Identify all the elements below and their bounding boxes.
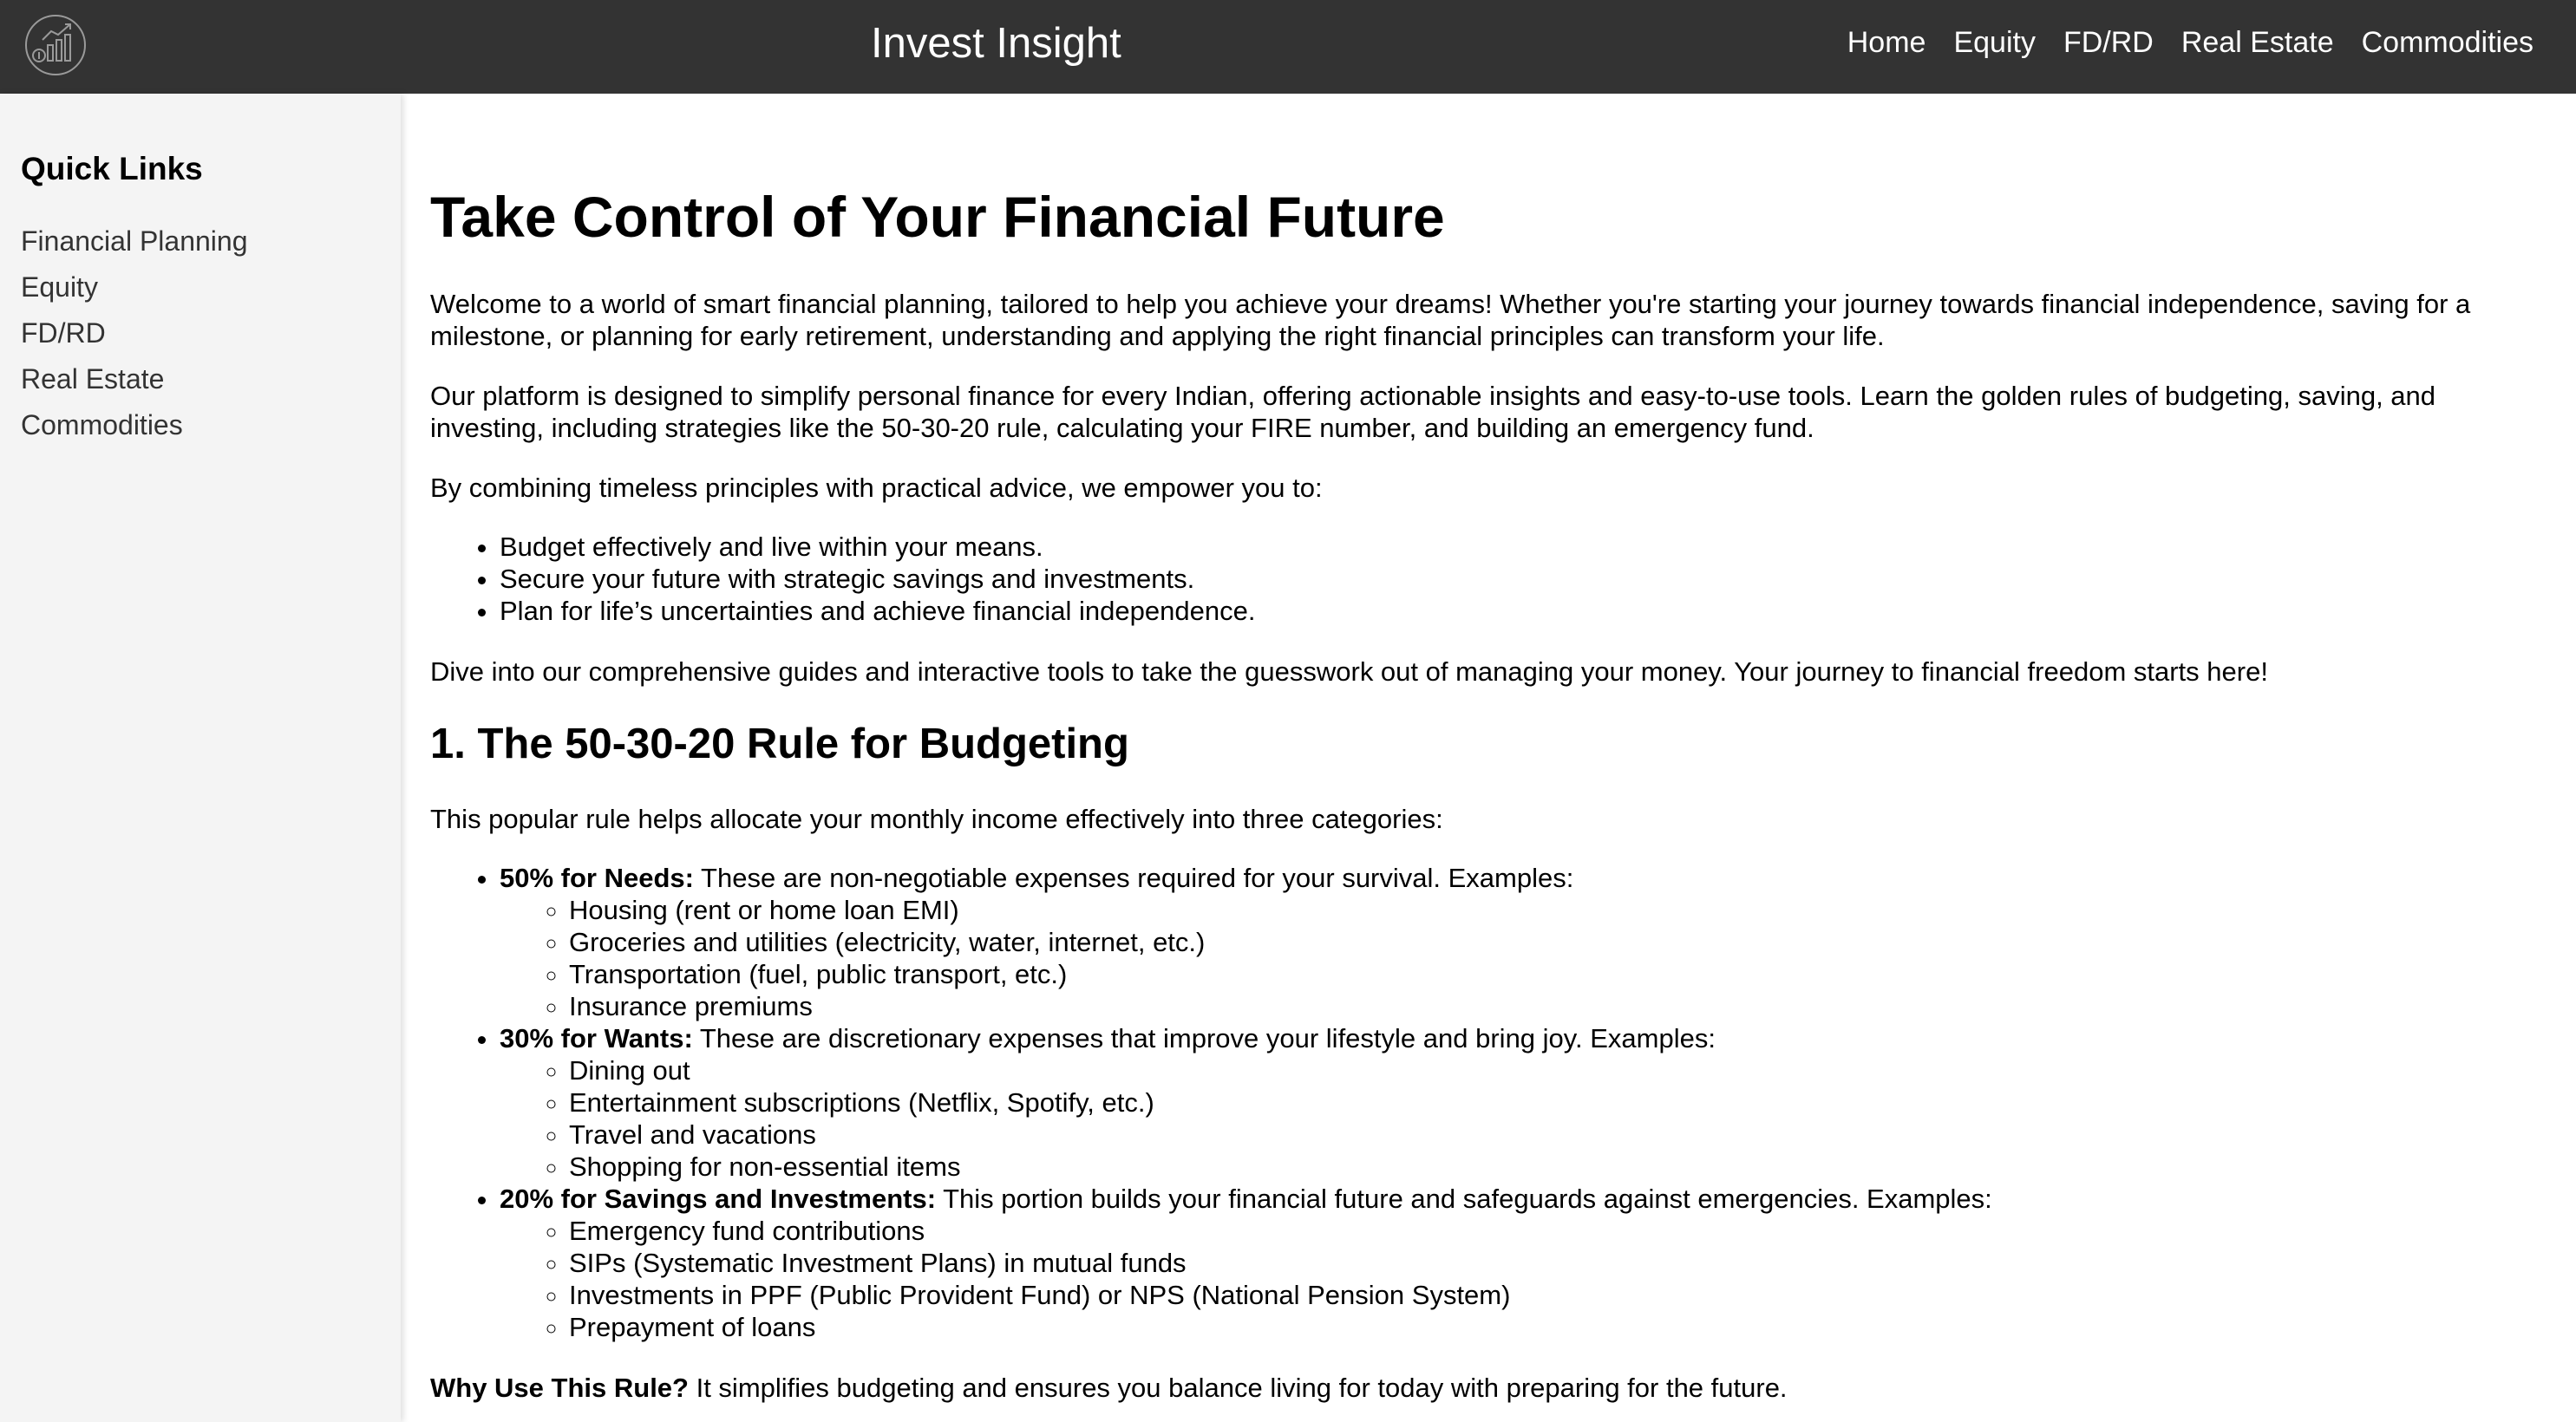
intro-paragraph-2: Our platform is designed to simplify per…: [430, 381, 2436, 443]
category-savings: 20% for Savings and Investments: This po…: [500, 1183, 1992, 1343]
top-navigation-bar: Invest Insight Home Equity FD/RD Real Es…: [0, 0, 2576, 94]
sidebar-item-real-estate[interactable]: Real Estate: [21, 356, 248, 402]
list-item: Secure your future with strategic saving…: [500, 563, 1255, 595]
intro-paragraph-4: Dive into our comprehensive guides and i…: [430, 656, 2268, 687]
list-item: Emergency fund contributions: [569, 1215, 1992, 1247]
nav-equity-link[interactable]: Equity: [1953, 26, 2036, 60]
list-item: Dining out: [569, 1054, 1992, 1086]
category-wants: 30% for Wants: These are discretionary e…: [500, 1022, 1992, 1183]
list-item: Prepayment of loans: [569, 1311, 1992, 1343]
sidebar: Quick Links Financial Planning Equity FD…: [0, 94, 401, 1422]
category-label: 30% for Wants:: [500, 1023, 693, 1053]
empower-list: Budget effectively and live within your …: [500, 531, 1255, 627]
category-label: 20% for Savings and Investments:: [500, 1184, 937, 1214]
main-nav: Home Equity FD/RD Real Estate Commoditie…: [1847, 26, 2534, 60]
list-item: Budget effectively and live within your …: [500, 531, 1255, 563]
intro-paragraph-1: Welcome to a world of smart financial pl…: [430, 289, 2471, 351]
list-item: Transportation (fuel, public transport, …: [569, 958, 1992, 990]
list-item: Shopping for non-essential items: [569, 1151, 1992, 1183]
wants-examples: Dining out Entertainment subscriptions (…: [500, 1054, 1992, 1183]
why-label: Why Use This Rule?: [430, 1373, 689, 1403]
nav-fdrd-link[interactable]: FD/RD: [2063, 26, 2154, 60]
category-label: 50% for Needs:: [500, 863, 694, 893]
section-heading-50-30-20: 1. The 50-30-20 Rule for Budgeting: [430, 721, 1129, 767]
needs-examples: Housing (rent or home loan EMI) Grocerie…: [500, 894, 1992, 1022]
list-item: Groceries and utilities (electricity, wa…: [569, 926, 1992, 958]
why-text: It simplifies budgeting and ensures you …: [688, 1373, 1788, 1403]
list-item: Investments in PPF (Public Provident Fun…: [569, 1279, 1992, 1311]
category-text: This portion builds your financial futur…: [936, 1184, 1992, 1214]
list-item: Entertainment subscriptions (Netflix, Sp…: [569, 1086, 1992, 1119]
sidebar-item-commodities[interactable]: Commodities: [21, 402, 248, 448]
site-title: Invest Insight: [871, 20, 1121, 67]
sidebar-item-fdrd[interactable]: FD/RD: [21, 310, 248, 356]
intro-paragraph-3: By combining timeless principles with pr…: [430, 473, 1323, 503]
why-use-rule: Why Use This Rule? It simplifies budgeti…: [430, 1372, 1788, 1404]
investment-growth-logo-icon[interactable]: [22, 14, 89, 76]
sidebar-item-financial-planning[interactable]: Financial Planning: [21, 219, 248, 264]
nav-home-link[interactable]: Home: [1847, 26, 1926, 60]
sidebar-heading: Quick Links: [21, 151, 203, 186]
savings-examples: Emergency fund contributions SIPs (Syste…: [500, 1215, 1992, 1343]
page-title: Take Control of Your Financial Future: [430, 185, 1445, 249]
sidebar-item-equity[interactable]: Equity: [21, 264, 248, 310]
nav-commodities-link[interactable]: Commodities: [2362, 26, 2534, 60]
list-item: Housing (rent or home loan EMI): [569, 894, 1992, 926]
nav-real-estate-link[interactable]: Real Estate: [2181, 26, 2334, 60]
category-text: These are non-negotiable expenses requir…: [693, 863, 1574, 893]
list-item: Insurance premiums: [569, 990, 1992, 1022]
list-item: Travel and vacations: [569, 1119, 1992, 1151]
category-needs: 50% for Needs: These are non-negotiable …: [500, 862, 1992, 1022]
list-item: SIPs (Systematic Investment Plans) in mu…: [569, 1247, 1992, 1279]
quick-links-list: Financial Planning Equity FD/RD Real Est…: [21, 219, 248, 448]
budget-categories-list: 50% for Needs: These are non-negotiable …: [500, 862, 1992, 1343]
section-lead: This popular rule helps allocate your mo…: [430, 804, 1443, 834]
list-item: Plan for life’s uncertainties and achiev…: [500, 595, 1255, 627]
category-text: These are discretionary expenses that im…: [692, 1023, 1716, 1053]
